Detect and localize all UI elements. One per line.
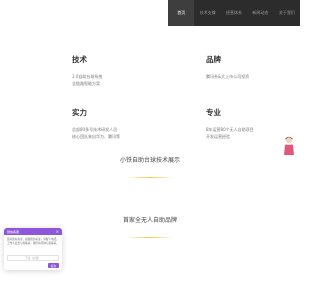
feature-line: 核心团队来自华为、腾讯等: [72, 134, 120, 139]
main-nav: 首页 技术支撑 经营体系 新闻动态 关于我们: [168, 0, 300, 26]
customer-service-float-button[interactable]: [281, 134, 297, 156]
chat-submit-button[interactable]: 提交: [48, 263, 59, 268]
chat-message: 您好您好先生，感谢您的关注，请留下电话，工作人员会与您联系，我们将尽快与您联系。: [7, 238, 59, 245]
chat-popup: 微信客服 × 您好您好先生，感谢您的关注，请留下电话，工作人员会与您联系，我们将…: [4, 228, 62, 270]
feature-brand: 品牌 腾讯系&大上市公司投资: [206, 54, 306, 80]
feature-line: 腾讯系&大上市公司投资: [206, 74, 250, 79]
section-divider: [126, 237, 174, 238]
feature-title: 技术: [72, 55, 87, 64]
section-divider: [126, 177, 174, 178]
close-icon[interactable]: ×: [56, 229, 59, 234]
nav-item-tech-support[interactable]: 技术支撑: [194, 0, 220, 26]
chat-header: 微信客服 ×: [4, 228, 62, 235]
nav-item-business-system[interactable]: 经营体系: [221, 0, 247, 26]
nav-item-about[interactable]: 关于我们: [274, 0, 300, 26]
feature-line: 3.0自助台球系统: [72, 74, 103, 79]
chat-title: 微信客服: [7, 229, 20, 234]
feature-tech: 技术 3.0自助台球系统 全链路智能方案: [72, 54, 172, 87]
feature-line: 全链路智能方案: [72, 81, 100, 86]
customer-service-avatar-icon: [284, 136, 294, 155]
feature-title: 实力: [72, 108, 87, 117]
section-heading-brand-showcase: 首家全无人自助品牌: [122, 217, 177, 224]
feature-title: 专业: [206, 108, 221, 117]
feature-strength: 实力 总部80多号技术研发人员 核心团队来自华为、腾讯等: [72, 107, 172, 140]
nav-item-news[interactable]: 新闻动态: [247, 0, 273, 26]
chat-phone-input[interactable]: 写说（必要）: [7, 255, 59, 261]
feature-line: 总部80多号技术研发人员: [72, 127, 118, 132]
nav-item-home[interactable]: 首页: [168, 0, 195, 26]
section-heading-tech-showcase: 小铁自助台球技术展示: [119, 157, 180, 164]
feature-line: 8年运营80个无人自助项目: [206, 127, 254, 132]
top-bar: 首页 技术支撑 经营体系 新闻动态 关于我们: [0, 0, 300, 26]
feature-title: 品牌: [206, 55, 221, 64]
